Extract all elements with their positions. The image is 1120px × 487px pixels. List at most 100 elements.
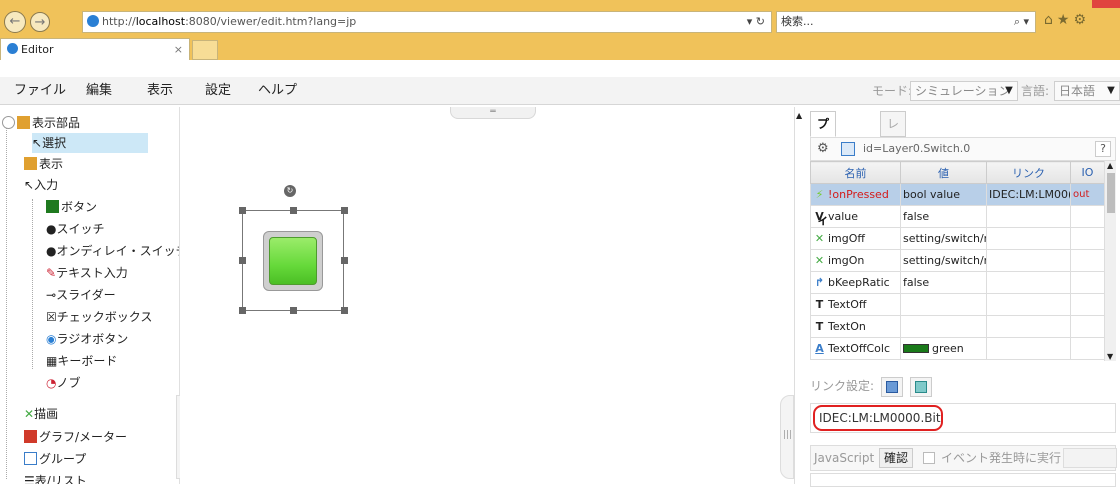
prop-link[interactable] (986, 227, 1071, 250)
javascript-editor[interactable] (810, 473, 1116, 487)
prop-value[interactable]: setting/switch/r (900, 227, 987, 250)
tree-node-display[interactable]: 表示 (24, 154, 63, 174)
tree-node-input[interactable]: ↖入力 (24, 175, 58, 195)
confirm-button[interactable]: 確認 (879, 448, 914, 468)
prop-link[interactable] (986, 315, 1071, 338)
tree-item-knob[interactable]: ◔ノブ (46, 373, 81, 393)
scroll-up-icon[interactable]: ▲ (796, 111, 802, 120)
menu-settings[interactable]: 設定 (205, 77, 231, 105)
top-panel-handle[interactable]: ═ (450, 107, 536, 119)
prop-value[interactable]: green (932, 342, 964, 355)
link-value-box[interactable]: IDEC:LM:LM0000.Bit (810, 403, 1116, 433)
home-icon[interactable]: ⌂ (1044, 12, 1057, 28)
resize-handle[interactable] (239, 207, 246, 214)
table-row[interactable]: ✕ imgOff setting/switch/r (810, 227, 1105, 250)
browser-tools-icons[interactable]: ⌂★⚙ (1044, 12, 1090, 28)
tree-item-keyboard[interactable]: ▦キーボード (46, 351, 117, 371)
table-row[interactable]: T TextOff (810, 293, 1105, 316)
tree-item-text-input[interactable]: ✎テキスト入力 (46, 263, 128, 283)
tree-item-radio[interactable]: ◉ラジオボタン (46, 329, 128, 349)
search-input[interactable]: 検索... ⌕ ▾ (776, 11, 1036, 33)
link-browse-button[interactable] (909, 376, 932, 397)
col-value[interactable]: 値 (900, 161, 987, 184)
event-select[interactable] (1063, 448, 1117, 468)
prop-value[interactable] (900, 315, 987, 338)
resize-handle[interactable] (290, 307, 297, 314)
prop-link[interactable] (986, 293, 1071, 316)
tree-node-draw[interactable]: ✕描画 (24, 404, 58, 424)
collapse-icon[interactable] (2, 116, 15, 129)
run-on-event-label: イベント発生時に実行 (941, 451, 1062, 465)
tree-item-checkbox[interactable]: ☒チェックボックス (46, 307, 152, 327)
resize-handle[interactable] (341, 257, 348, 264)
tree-node-select[interactable]: ↖選択 (32, 133, 148, 153)
tree-item-ondelay-switch[interactable]: ●オンディレイ・スイッチ (46, 241, 179, 261)
col-name[interactable]: 名前 (810, 161, 901, 184)
menu-view[interactable]: 表示 (147, 77, 173, 105)
properties-scrollbar[interactable]: ▲ ▼ (1104, 161, 1116, 361)
resize-handle[interactable] (239, 307, 246, 314)
tree-item-switch[interactable]: ●スイッチ (46, 219, 105, 239)
right-splitter[interactable]: ||| (780, 395, 794, 479)
table-row[interactable]: Vvalue false (810, 205, 1105, 228)
prop-link[interactable] (986, 205, 1071, 228)
tree-item-button[interactable]: ボタン (46, 197, 97, 217)
document-icon[interactable] (841, 142, 855, 156)
rotate-handle-icon[interactable]: ↻ (284, 185, 296, 197)
search-icon[interactable]: ⌕ ▾ (1014, 12, 1029, 32)
table-row[interactable]: ✕ imgOn setting/switch/r (810, 249, 1105, 272)
tree-item-slider[interactable]: ⊸スライダー (46, 285, 116, 305)
gear-icon[interactable]: ⚙ (817, 141, 829, 156)
tree-node-display-parts[interactable]: 表示部品 (2, 113, 80, 133)
link-value-field[interactable]: IDEC:LM:LM0000.Bit (813, 405, 943, 431)
prop-link[interactable] (986, 249, 1071, 272)
link-picker-button[interactable] (880, 376, 903, 397)
mode-select[interactable]: シミュレーション ▼ (910, 81, 1018, 101)
table-row[interactable]: T TextOn (810, 315, 1105, 338)
tree-node-graph[interactable]: グラフ/メーター (24, 427, 127, 447)
prop-link[interactable] (986, 337, 1071, 360)
resize-handle[interactable] (341, 307, 348, 314)
settings-gear-icon[interactable]: ⚙ (1073, 12, 1090, 28)
scroll-up-icon[interactable]: ▲ (1107, 161, 1113, 170)
switch-component[interactable] (263, 231, 323, 291)
new-tab-button[interactable] (192, 40, 218, 60)
prop-value[interactable]: false (900, 271, 987, 294)
table-row[interactable]: ⚡ !onPressed bool value IDEC:LM:LM00( out (810, 183, 1105, 206)
table-row[interactable]: A TextOffColc green (810, 337, 1105, 360)
prop-value[interactable] (900, 293, 987, 316)
forward-button[interactable]: → (30, 12, 50, 32)
scroll-thumb[interactable] (1107, 173, 1115, 213)
menu-edit[interactable]: 編集 (86, 77, 112, 105)
color-swatch[interactable] (903, 344, 929, 353)
tab-layer[interactable]: レイヤー (880, 111, 907, 203)
back-button[interactable]: ← (4, 11, 26, 33)
prop-link[interactable] (986, 271, 1071, 294)
menu-help[interactable]: ヘルプ (258, 77, 297, 105)
resize-handle[interactable] (341, 207, 348, 214)
prop-value[interactable]: false (900, 205, 987, 228)
run-on-event-checkbox[interactable] (923, 452, 935, 464)
language-select[interactable]: 日本語 ▼ (1054, 81, 1120, 101)
address-bar[interactable]: http://localhost:8080/viewer/edit.htm?la… (82, 11, 772, 33)
prop-link[interactable]: IDEC:LM:LM00( (986, 183, 1071, 206)
prop-value[interactable]: setting/switch/r (900, 249, 987, 272)
design-canvas[interactable]: ═ ↻ (180, 107, 795, 484)
tab-editor[interactable]: Editor × (0, 38, 190, 60)
tree-node-table[interactable]: ☰表/リスト (24, 471, 87, 484)
tree-node-group[interactable]: グループ (24, 449, 86, 469)
menu-file[interactable]: ファイル (14, 77, 66, 105)
prop-value[interactable]: bool value (900, 183, 987, 206)
tab-close-icon[interactable]: × (174, 39, 183, 60)
resize-handle[interactable] (239, 257, 246, 264)
table-row[interactable]: ↱ bKeepRatic false (810, 271, 1105, 294)
favorites-star-icon[interactable]: ★ (1057, 12, 1074, 28)
tab-properties[interactable]: プロパティ (810, 111, 837, 227)
help-button[interactable]: ? (1095, 141, 1111, 157)
canvas-scrollbar[interactable]: ▲ (794, 107, 806, 484)
scroll-down-icon[interactable]: ▼ (1107, 352, 1113, 361)
refresh-dropdown-icon[interactable]: ▾ ↻ (747, 12, 765, 32)
resize-handle[interactable] (290, 207, 297, 214)
col-io[interactable]: IO (1070, 161, 1105, 184)
col-link[interactable]: リンク (986, 161, 1071, 184)
